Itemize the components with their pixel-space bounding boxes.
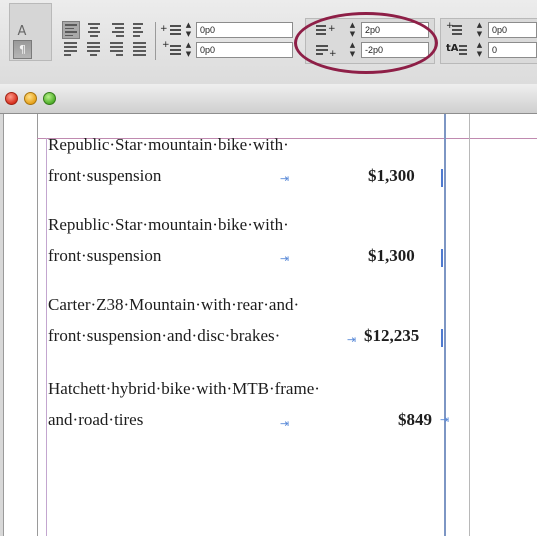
tab-marker-icon: ⇥ [280, 417, 290, 430]
page-left-edge [37, 114, 38, 536]
document-titlebar [0, 84, 537, 114]
item-description-line: Carter·Z38·Mountain·with·rear·and· [48, 295, 300, 314]
item-description-line: and·road·tires [48, 410, 144, 429]
tab-marker-icon: ⇥ [440, 413, 450, 426]
paragraph-mode-button[interactable]: ¶ [13, 40, 32, 59]
left-indent-field[interactable]: 0p0 [196, 22, 293, 38]
tab-marker-icon: ⇥ [280, 172, 290, 185]
left-margin-guide [46, 138, 47, 536]
minimize-icon[interactable] [24, 92, 37, 105]
text-cursor [441, 329, 443, 347]
justify-all-button[interactable] [131, 40, 149, 58]
highlight-ellipse [294, 12, 438, 74]
item-price: $1,300 [368, 166, 415, 185]
item-description-line: Hatchett·hybrid·bike·with·MTB·frame· [48, 379, 320, 398]
item-price: $1,300 [368, 246, 415, 265]
left-indent-icon: + [160, 21, 182, 39]
drop-cap-lines-icon: tA [446, 41, 468, 59]
first-line-indent-icon: + [160, 41, 182, 59]
drop-cap-lines-stepper[interactable]: ▲ ▼ [474, 42, 485, 58]
text-frame-right-guide [444, 114, 446, 536]
item-description-line: front·suspension·and·disc·brakes· [48, 326, 281, 345]
space-before-icon: + [446, 21, 468, 39]
item-description-line: front·suspension [48, 246, 162, 265]
close-icon[interactable] [5, 92, 18, 105]
item-description-line: Republic·Star·mountain·bike·with· [48, 215, 289, 234]
item-description-line: front·suspension [48, 166, 162, 185]
space-before-stepper[interactable]: ▲ ▼ [474, 22, 485, 38]
drop-cap-lines-field[interactable]: 0 [488, 42, 537, 58]
justify-right-button[interactable] [108, 40, 126, 58]
align-towards-spine-button[interactable] [131, 21, 149, 39]
left-indent-stepper[interactable]: ▲ ▼ [183, 22, 194, 38]
align-left-button[interactable] [62, 21, 80, 39]
align-right-button[interactable] [108, 21, 126, 39]
align-center-button[interactable] [85, 21, 103, 39]
character-mode-button[interactable]: A [13, 22, 31, 40]
paragraph-control-panel: A ¶ + ▲ ▼ 0p0 + ▲ ▼ 0p0 + ▲ ▼ 2p0 + ▲ ▼ … [0, 0, 537, 85]
text-cursor [441, 249, 443, 267]
space-before-field[interactable]: 0p0 [488, 22, 537, 38]
tab-marker-icon: ⇥ [347, 333, 357, 346]
item-description-line: Republic·Star·mountain·bike·with· [48, 135, 289, 154]
first-line-indent-field[interactable]: 0p0 [196, 42, 293, 58]
item-price: $849 [398, 410, 432, 429]
toolbar-separator [155, 22, 156, 60]
text-cursor [441, 169, 443, 187]
item-price: $12,235 [364, 326, 420, 345]
pasteboard-edge [469, 114, 470, 536]
zoom-icon[interactable] [43, 92, 56, 105]
first-line-indent-stepper[interactable]: ▲ ▼ [183, 42, 194, 58]
justify-center-button[interactable] [85, 40, 103, 58]
justify-left-button[interactable] [62, 40, 80, 58]
tab-marker-icon: ⇥ [280, 252, 290, 265]
